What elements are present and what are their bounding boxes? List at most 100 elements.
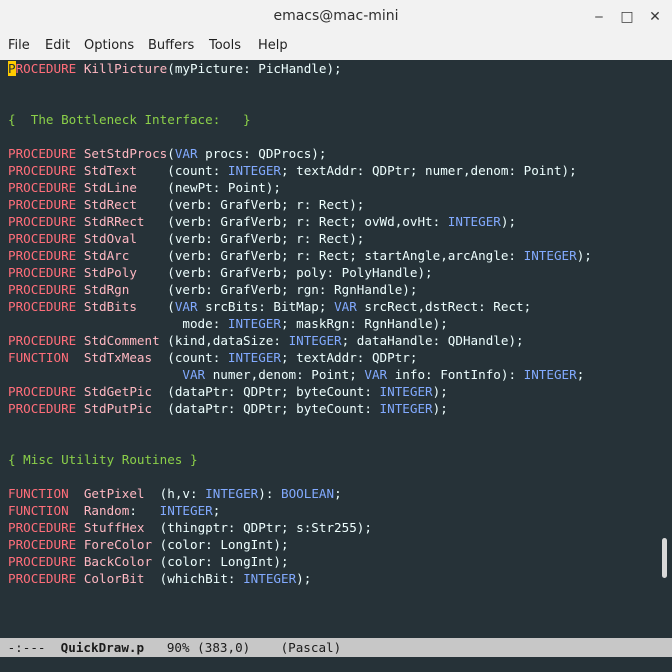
code-token: INTEGER [447,214,501,229]
modeline-buffer-name: QuickDraw.p [60,640,145,655]
code-token: StdGetPic [83,384,153,399]
menu-buffers[interactable]: Buffers [148,38,194,53]
code-token: StdPutPic [83,401,153,416]
code-token: { The Bottleneck Interface: } [8,112,251,127]
code-token: ( [167,146,175,161]
code-token: ); [296,571,312,586]
code-token: (verb: GrafVerb; rgn: RgnHandle); [129,282,418,297]
code-token: Random [83,503,130,518]
modeline-status: -:--- [0,640,61,655]
menu-bar: File Edit Options Buffers Tools Help [0,34,672,61]
code-token: (count: [136,163,228,178]
code-token: SetStdProcs [83,146,168,161]
code-token: ; maskRgn: RgnHandle); [280,316,448,331]
code-token: : [129,503,160,518]
code-line: PROCEDURE StdText (count: INTEGER; textA… [8,162,577,179]
code-token: PROCEDURE [8,248,84,263]
code-token: srcBits: BitMap; [197,299,335,314]
code-editor[interactable]: PROCEDURE KillPicture(myPicture: PicHand… [0,60,659,638]
code-token: INTEGER [205,486,259,501]
code-line: { Misc Utility Routines } [8,451,198,468]
code-token: (thingptr: QDPtr; s:Str255); [144,520,372,535]
code-line: PROCEDURE SetStdProcs(VAR procs: QDProcs… [8,145,326,162]
code-line: FUNCTION GetPixel (h,v: INTEGER): BOOLEA… [8,485,342,502]
code-token: ; textAddr: QDPtr; [280,350,418,365]
code-token: ( [136,299,175,314]
code-line: PROCEDURE StdPutPic (dataPtr: QDPtr; byt… [8,400,448,417]
code-token: KillPicture [83,61,168,76]
code-token: PROCEDURE [8,401,84,416]
code-token: StdBits [83,299,137,314]
menu-edit[interactable]: Edit [45,38,70,53]
code-token: ); [432,401,448,416]
code-token: PROCEDURE [8,231,84,246]
close-icon[interactable]: ✕ [644,6,666,28]
menu-file[interactable]: File [8,38,30,53]
code-token: INTEGER [523,367,577,382]
code-token: StdTxMeas [83,350,153,365]
code-token: PROCEDURE [8,299,84,314]
code-line: PROCEDURE ForeColor (color: LongInt); [8,536,289,553]
code-token: ; dataHandle: QDHandle); [341,333,524,348]
code-token: ; [334,486,342,501]
code-token: PROCEDURE [8,163,84,178]
code-token: FUNCTION [8,350,84,365]
code-line: PROCEDURE BackColor (color: LongInt); [8,553,289,570]
code-line: PROCEDURE StdComment (kind,dataSize: INT… [8,332,524,349]
code-line: PROCEDURE StdBits (VAR srcBits: BitMap; … [8,298,531,315]
code-token: StdRgn [83,282,130,297]
modeline-major-mode: (Pascal) [280,640,342,655]
code-token: ; [212,503,221,518]
code-line: PROCEDURE StdLine (newPt: Point); [8,179,281,196]
code-token: (count: [152,350,228,365]
code-token: PROCEDURE [8,571,84,586]
scrollbar-thumb[interactable] [662,538,667,578]
code-token: (dataPtr: QDPtr; byteCount: [152,384,380,399]
code-token: mode: [8,316,228,331]
code-token: ); [576,248,592,263]
code-line: mode: INTEGER; maskRgn: RgnHandle); [8,315,448,332]
maximize-icon[interactable]: □ [616,6,638,28]
vertical-scrollbar[interactable] [659,60,672,638]
code-token: INTEGER [243,571,297,586]
code-token: (color: LongInt); [152,537,289,552]
code-token: BackColor [83,554,153,569]
minimize-icon[interactable]: ‒ [588,6,610,28]
code-line: PROCEDURE ColorBit (whichBit: INTEGER); [8,570,311,587]
code-token: ForeColor [83,537,153,552]
code-token: INTEGER [379,384,433,399]
code-line: PROCEDURE StdRgn (verb: GrafVerb; rgn: R… [8,281,417,298]
menu-options[interactable]: Options [84,38,134,53]
code-token: StdLine [83,180,137,195]
code-token: StdComment [83,333,160,348]
code-token: (whichBit: [144,571,244,586]
code-token: ); [432,384,448,399]
mode-line: -:--- QuickDraw.p 90% (383,0) (Pascal) [0,638,672,657]
code-token: PROCEDURE [8,214,84,229]
code-token: ROCEDURE [15,61,84,76]
code-line: FUNCTION Random: INTEGER; [8,502,220,519]
code-token: PROCEDURE [8,333,84,348]
code-token: srcRect,dstRect: Rect; [356,299,532,314]
code-token: (kind,dataSize: [159,333,289,348]
code-token: StdText [83,163,137,178]
code-line: FUNCTION StdTxMeas (count: INTEGER; text… [8,349,417,366]
code-token: BOOLEAN [281,486,335,501]
menu-tools[interactable]: Tools [209,38,241,53]
minibuffer[interactable] [0,657,672,672]
code-token: PROCEDURE [8,537,84,552]
code-token: PROCEDURE [8,180,84,195]
code-token: INTEGER [159,503,213,518]
code-token: INTEGER [523,248,577,263]
code-token: StuffHex [83,520,145,535]
code-token: (color: LongInt); [152,554,289,569]
code-token: ; textAddr: QDPtr; numer,denom: Point); [280,163,577,178]
code-token: PROCEDURE [8,282,84,297]
menu-help[interactable]: Help [258,38,288,53]
code-token: PROCEDURE [8,265,84,280]
code-token: VAR [174,146,198,161]
code-token: PROCEDURE [8,146,84,161]
code-token: VAR [334,299,357,314]
code-line: PROCEDURE KillPicture(myPicture: PicHand… [8,60,342,77]
